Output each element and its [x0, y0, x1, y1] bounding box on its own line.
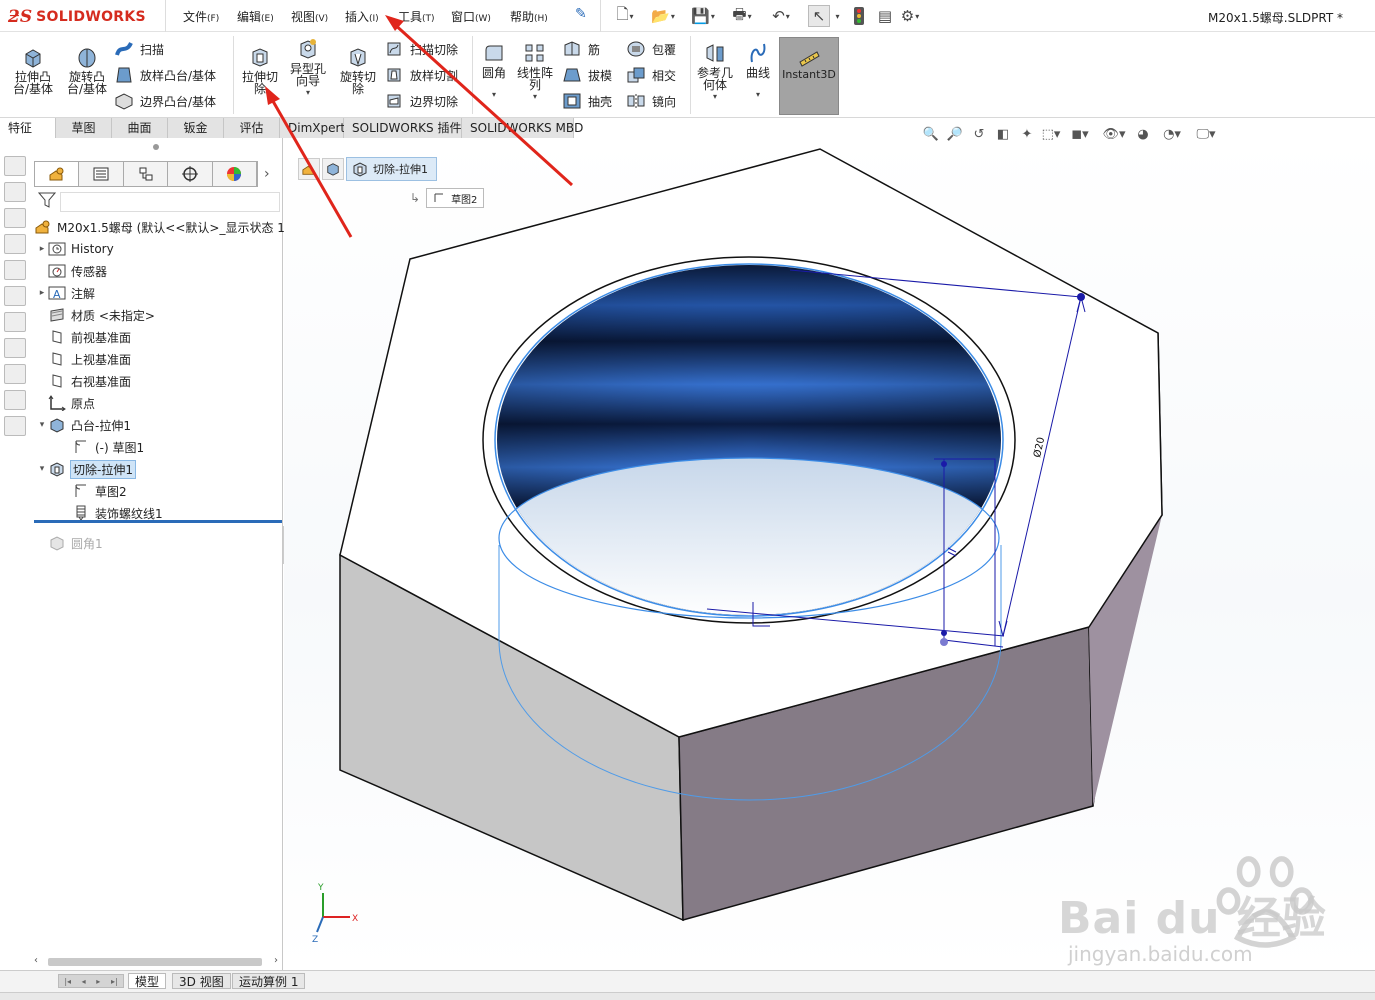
sketch-point[interactable]	[940, 638, 948, 646]
sketch-point[interactable]	[941, 630, 947, 636]
tab-motion-study-1[interactable]: 运动算例 1	[232, 973, 306, 989]
sketch-point[interactable]	[941, 461, 947, 467]
sketch-point[interactable]	[1077, 293, 1085, 301]
axis-triad: Y X Z	[312, 883, 358, 945]
triad-z-label: Z	[312, 935, 318, 945]
watermark-url: jingyan.baidu.com	[1068, 942, 1253, 966]
triad-x-label: X	[352, 914, 358, 924]
tab-3d-views[interactable]: 3D 视图	[172, 973, 231, 989]
bottom-tab-bar: |◂ ◂ ▸ ▸| 模型 3D 视图 运动算例 1	[0, 970, 1375, 1000]
tab-scroll-arrows[interactable]: |◂ ◂ ▸ ▸|	[58, 974, 124, 988]
tab-model[interactable]: 模型	[128, 973, 167, 989]
triad-y-label: Y	[317, 883, 324, 893]
watermark-brand: Bai du 经验	[1058, 893, 1327, 944]
tutorial-annotation-arrows	[265, 15, 574, 238]
